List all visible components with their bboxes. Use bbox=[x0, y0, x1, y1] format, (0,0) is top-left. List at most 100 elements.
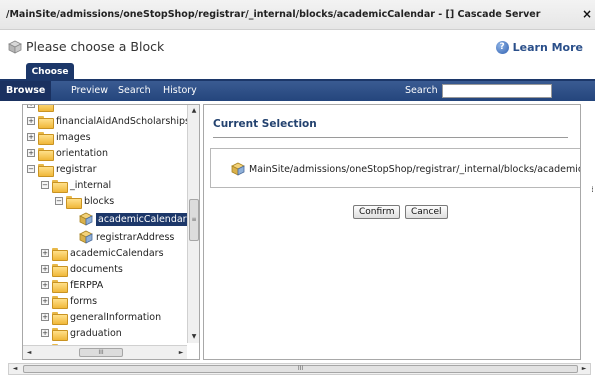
help-icon: ? bbox=[495, 40, 509, 54]
tree-item-registraraddress[interactable]: registrarAddress bbox=[79, 229, 174, 245]
tree-item-ferppa[interactable]: + fERPPA bbox=[41, 277, 103, 293]
tree-item-academiccalendars[interactable]: + academicCalendars bbox=[41, 245, 164, 261]
block-icon bbox=[231, 162, 245, 176]
scroll-right-arrow-icon[interactable]: ► bbox=[578, 364, 590, 374]
window-title: /MainSite/admissions/oneStopShop/registr… bbox=[6, 9, 541, 20]
folder-icon bbox=[38, 115, 54, 129]
tree-label: academicCalendars bbox=[70, 247, 164, 259]
resize-handle[interactable]: ⁞ bbox=[590, 183, 595, 197]
tree-label: blocks bbox=[84, 195, 115, 207]
expand-icon[interactable]: + bbox=[41, 313, 49, 321]
folder-icon bbox=[38, 147, 54, 161]
tree-label: academicCalendar bbox=[96, 212, 189, 226]
folder-icon bbox=[52, 247, 68, 261]
learn-more-link[interactable]: ? Learn More bbox=[495, 39, 583, 55]
cancel-button[interactable]: Cancel bbox=[405, 205, 448, 219]
nav-preview[interactable]: Preview bbox=[65, 81, 114, 101]
expand-icon[interactable]: + bbox=[27, 105, 35, 108]
tree-label: registrarAddress bbox=[96, 231, 175, 243]
tree-item-documents[interactable]: + documents bbox=[41, 261, 123, 277]
tree-label: forms bbox=[70, 295, 98, 307]
selection-path: MainSite/admissions/oneStopShop/registra… bbox=[249, 164, 580, 175]
tree-label: registrar bbox=[56, 163, 97, 175]
tree-item-financialaid[interactable]: + financialAidAndScholarships bbox=[27, 113, 190, 129]
expand-icon[interactable]: + bbox=[41, 265, 49, 273]
expand-icon[interactable]: + bbox=[27, 133, 35, 141]
page-horizontal-scrollbar[interactable]: ◄ III ► bbox=[8, 363, 591, 375]
tab-strip: Choose bbox=[0, 63, 595, 81]
tree-row-partial: + bbox=[27, 105, 56, 112]
current-selection-heading: Current Selection bbox=[213, 118, 317, 130]
folder-icon bbox=[52, 295, 68, 309]
tab-choose[interactable]: Choose bbox=[26, 63, 74, 81]
nav-browse[interactable]: Browse bbox=[0, 81, 52, 101]
tree-item-graduation[interactable]: + graduation bbox=[41, 325, 122, 341]
learn-more-label: Learn More bbox=[512, 40, 583, 54]
grip-icon: III bbox=[297, 365, 304, 372]
tree-label: _internal bbox=[70, 179, 112, 191]
expand-icon[interactable]: + bbox=[41, 281, 49, 289]
dialog-header: Please choose a Block ? Learn More bbox=[0, 31, 595, 63]
tree-item-orientation[interactable]: + orientation bbox=[27, 145, 108, 161]
block-icon bbox=[8, 40, 22, 54]
scroll-thumb[interactable]: III bbox=[79, 348, 123, 357]
tree-label: graduation bbox=[70, 327, 122, 339]
tree-item-forms[interactable]: + forms bbox=[41, 293, 97, 309]
block-icon bbox=[79, 212, 93, 226]
expand-icon[interactable]: + bbox=[27, 149, 35, 157]
dialog-title: Please choose a Block bbox=[26, 39, 165, 54]
collapse-icon[interactable]: − bbox=[41, 181, 49, 189]
expand-icon[interactable]: + bbox=[41, 249, 49, 257]
tree-label: orientation bbox=[56, 147, 108, 159]
close-icon[interactable]: × bbox=[581, 7, 593, 21]
nav-history[interactable]: History bbox=[157, 81, 203, 101]
expand-icon[interactable]: + bbox=[27, 117, 35, 125]
tree-label: documents bbox=[70, 263, 123, 275]
tree-label: financialAidAndScholarships bbox=[56, 115, 190, 127]
folder-icon bbox=[38, 131, 54, 145]
tree-item-registrar[interactable]: − registrar bbox=[27, 161, 97, 177]
confirm-button[interactable]: Confirm bbox=[353, 205, 401, 219]
folder-icon bbox=[52, 263, 68, 277]
folder-icon bbox=[52, 279, 68, 293]
folder-icon bbox=[52, 327, 68, 341]
tree-item-generalinformation[interactable]: + generalInformation bbox=[41, 309, 161, 325]
selection-panel: Current Selection MainSite/admissions/on… bbox=[203, 104, 581, 360]
nav-search[interactable]: Search bbox=[112, 81, 157, 101]
folder-icon bbox=[66, 195, 82, 209]
selection-path-box: MainSite/admissions/oneStopShop/registra… bbox=[210, 148, 580, 188]
scroll-down-arrow-icon[interactable]: ▼ bbox=[188, 331, 200, 343]
tree-vertical-scrollbar[interactable]: ▲ ≡ ▼ bbox=[187, 105, 199, 343]
search-input[interactable] bbox=[442, 84, 552, 98]
browse-navbar: Browse Preview Search History Search bbox=[0, 81, 595, 101]
expand-icon[interactable]: + bbox=[41, 297, 49, 305]
tree-horizontal-scrollbar[interactable]: ◄ III ► bbox=[23, 345, 187, 359]
scroll-up-arrow-icon[interactable]: ▲ bbox=[188, 105, 200, 117]
grip-icon: ≡ bbox=[191, 216, 197, 223]
collapse-icon[interactable]: − bbox=[27, 165, 35, 173]
tree-item-internal[interactable]: − _internal bbox=[41, 177, 111, 193]
folder-tree: + + financialAidAndScholarships + images… bbox=[22, 104, 200, 360]
tree-label: fERPPA bbox=[70, 279, 104, 291]
collapse-icon[interactable]: − bbox=[55, 197, 63, 205]
scroll-thumb[interactable]: ≡ bbox=[189, 199, 199, 241]
tree-label: images bbox=[56, 131, 91, 143]
divider bbox=[213, 137, 568, 138]
tree-item-blocks[interactable]: − blocks bbox=[55, 193, 114, 209]
search-label: Search bbox=[405, 85, 438, 96]
tree-label: generalInformation bbox=[70, 311, 162, 323]
folder-icon bbox=[38, 105, 54, 112]
tree-item-academiccalendar[interactable]: academicCalendar bbox=[79, 211, 189, 227]
folder-icon bbox=[52, 179, 68, 193]
scroll-left-arrow-icon[interactable]: ◄ bbox=[23, 346, 35, 359]
grip-icon: III bbox=[98, 348, 104, 356]
scroll-left-arrow-icon[interactable]: ◄ bbox=[9, 364, 21, 374]
tree-item-images[interactable]: + images bbox=[27, 129, 91, 145]
scroll-thumb[interactable]: III bbox=[23, 365, 578, 373]
scroll-right-arrow-icon[interactable]: ► bbox=[175, 346, 187, 359]
folder-icon bbox=[52, 311, 68, 325]
expand-icon[interactable]: + bbox=[41, 329, 49, 337]
window-titlebar: /MainSite/admissions/oneStopShop/registr… bbox=[0, 0, 595, 30]
block-icon bbox=[79, 230, 93, 244]
folder-icon bbox=[38, 163, 54, 177]
